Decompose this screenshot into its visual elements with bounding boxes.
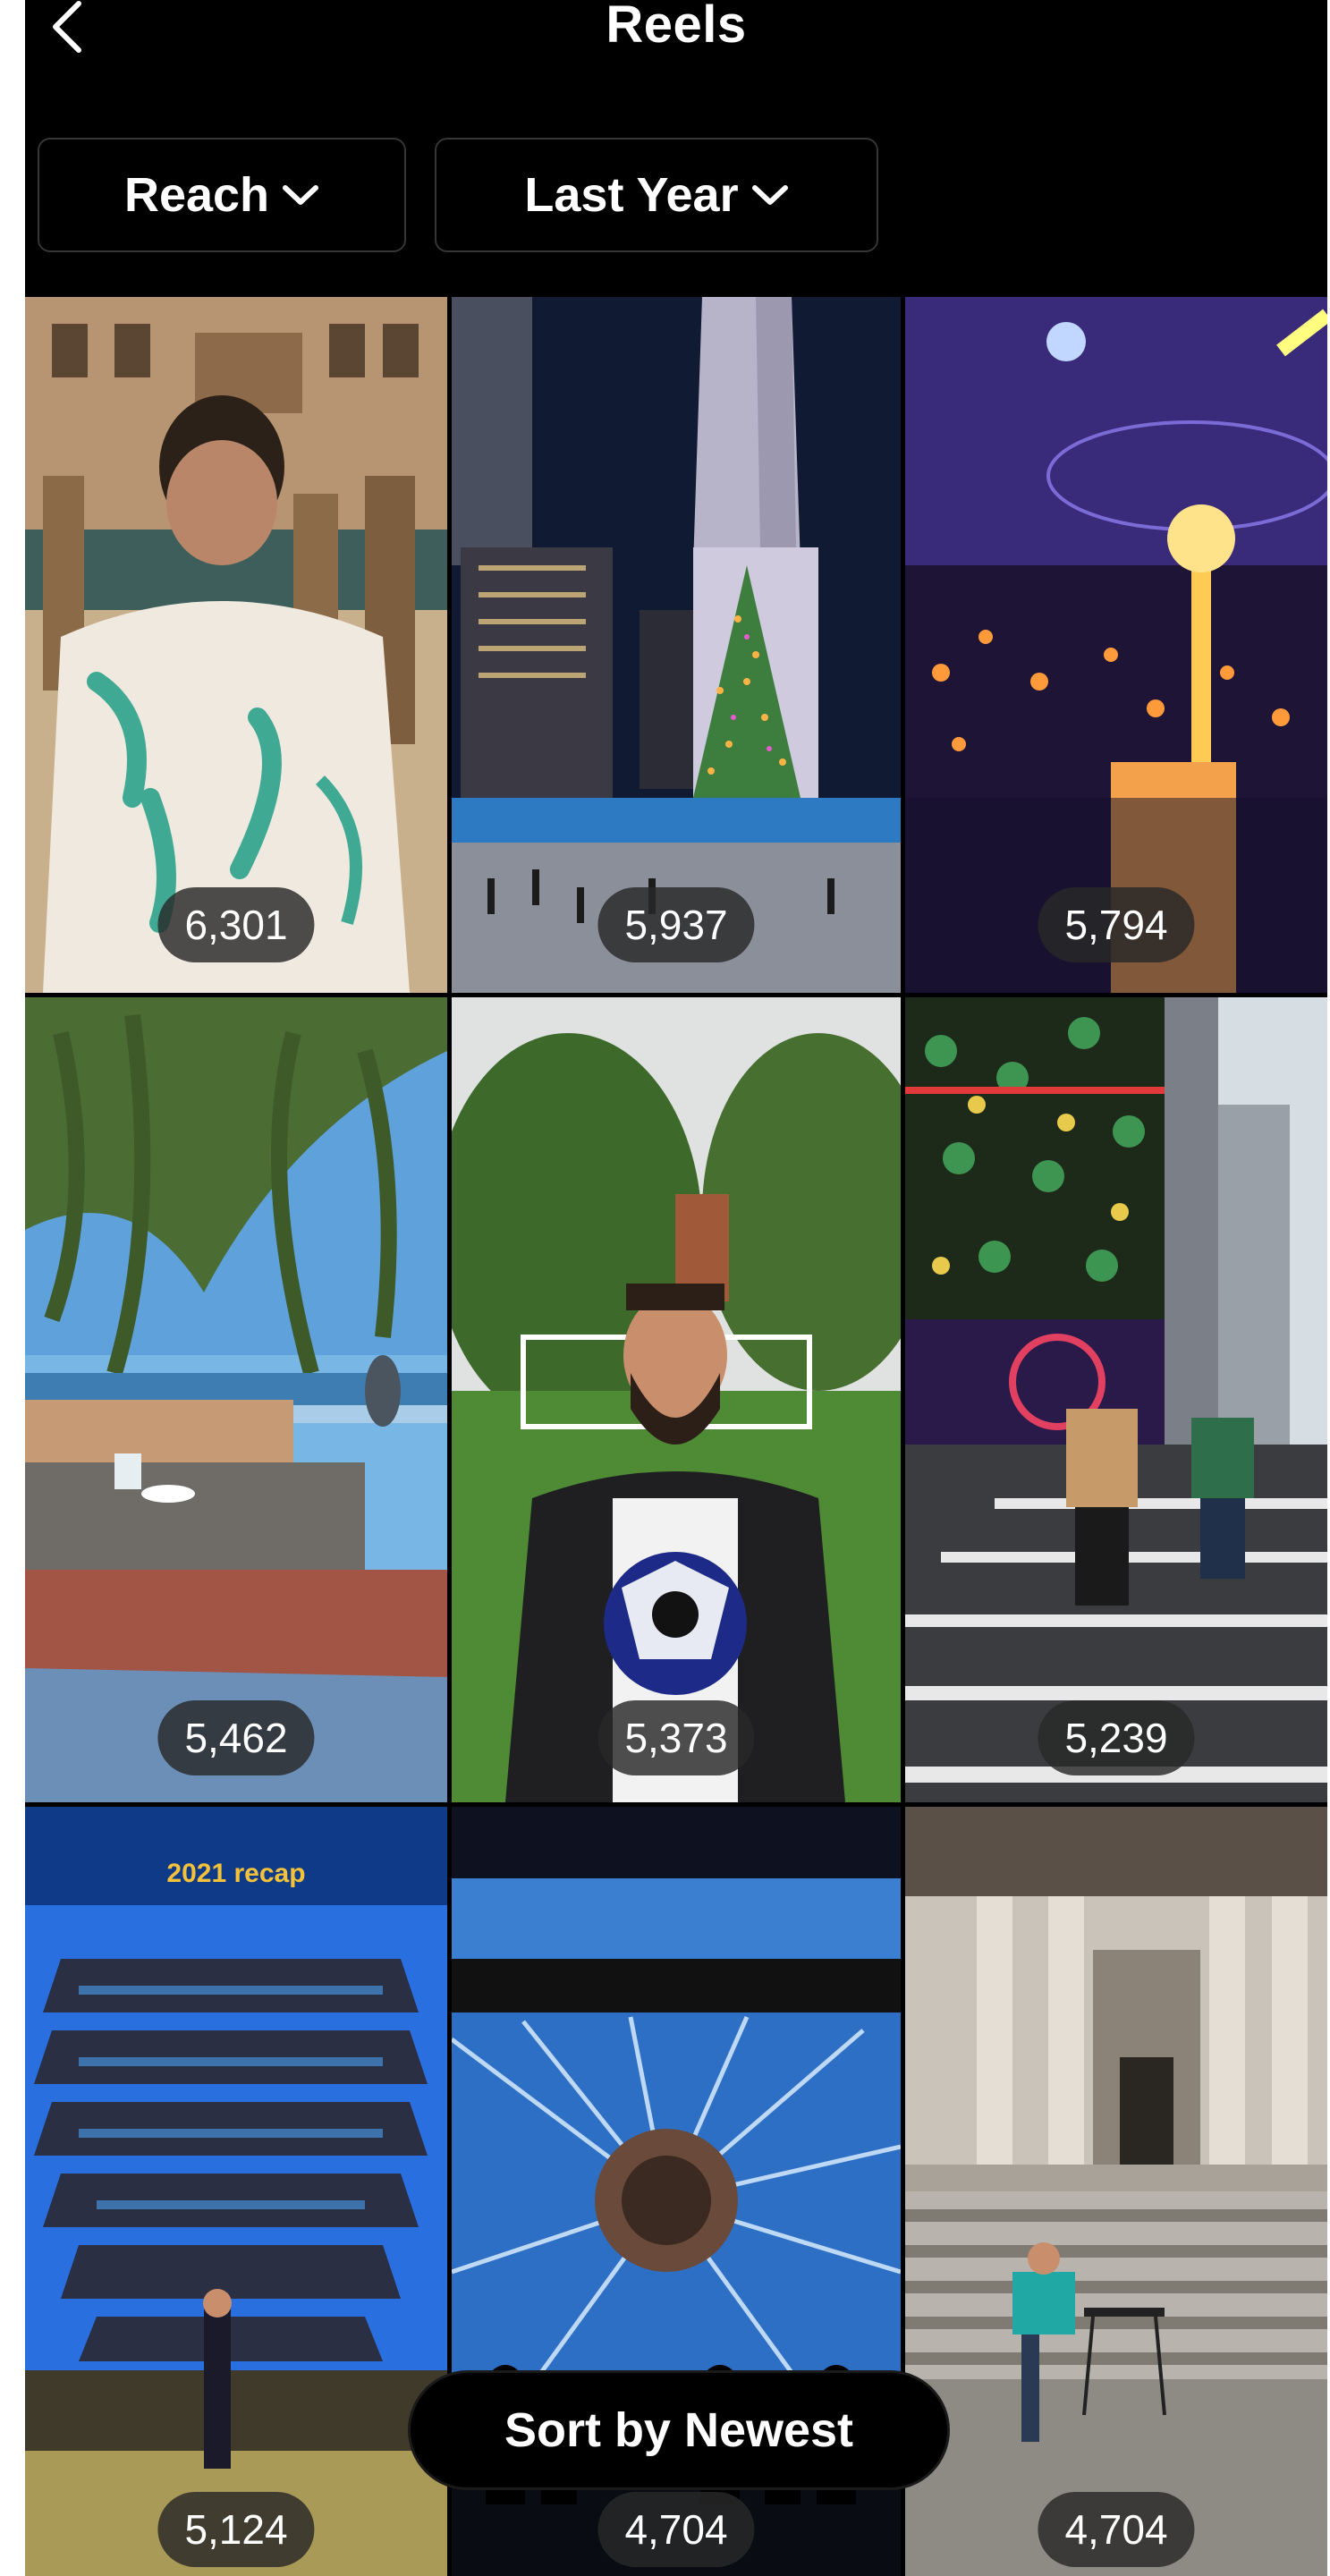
period-filter-dropdown[interactable]: Last Year <box>435 138 878 252</box>
reach-count: 5,373 <box>597 1700 755 1775</box>
reach-count: 4,704 <box>597 2492 755 2567</box>
reach-count: 5,937 <box>597 887 755 962</box>
sort-by-newest-button[interactable]: Sort by Newest <box>408 2370 950 2490</box>
reels-grid: 6,301 5,937 5,794 5,462 5,373 5,239 2021… <box>25 297 1327 2576</box>
top-bar: Reels <box>25 0 1327 96</box>
reach-count: 5,462 <box>157 1700 315 1775</box>
reel-thumbnail <box>25 1807 447 2576</box>
metric-filter-dropdown[interactable]: Reach <box>38 138 406 252</box>
page-title: Reels <box>606 0 747 54</box>
reel-thumbnail <box>452 997 901 1802</box>
reel-caption: 2021 recap <box>166 1859 306 1888</box>
reel-tile[interactable]: 5,462 <box>25 997 447 1802</box>
reel-thumbnail <box>905 1807 1327 2576</box>
reel-tile[interactable]: 2021 recap 5,124 <box>25 1807 447 2576</box>
reach-count: 4,704 <box>1038 2492 1195 2567</box>
reel-tile[interactable]: 6,301 <box>25 297 447 993</box>
reel-tile[interactable]: 5,373 <box>452 997 901 1802</box>
reach-count: 5,124 <box>157 2492 315 2567</box>
reach-count: 5,239 <box>1038 1700 1195 1775</box>
filter-bar: Reach Last Year <box>25 95 1327 297</box>
metric-filter-label: Reach <box>123 168 270 222</box>
chevron-down-icon <box>751 185 788 205</box>
period-filter-label: Last Year <box>524 168 739 222</box>
reel-thumbnail <box>905 997 1327 1802</box>
reel-tile[interactable]: 4,704 <box>905 1807 1327 2576</box>
reach-count: 6,301 <box>157 887 315 962</box>
reel-tile[interactable]: 5,937 <box>452 297 901 993</box>
reach-count: 5,794 <box>1038 887 1195 962</box>
reel-thumbnail <box>25 997 447 1802</box>
reel-tile[interactable]: 5,794 <box>905 297 1327 993</box>
reels-insights-screen: Reels Reach Last Year 6,301 5,937 5,794 … <box>25 0 1327 2576</box>
reel-tile[interactable]: 5,239 <box>905 997 1327 1802</box>
chevron-down-icon <box>283 185 319 205</box>
